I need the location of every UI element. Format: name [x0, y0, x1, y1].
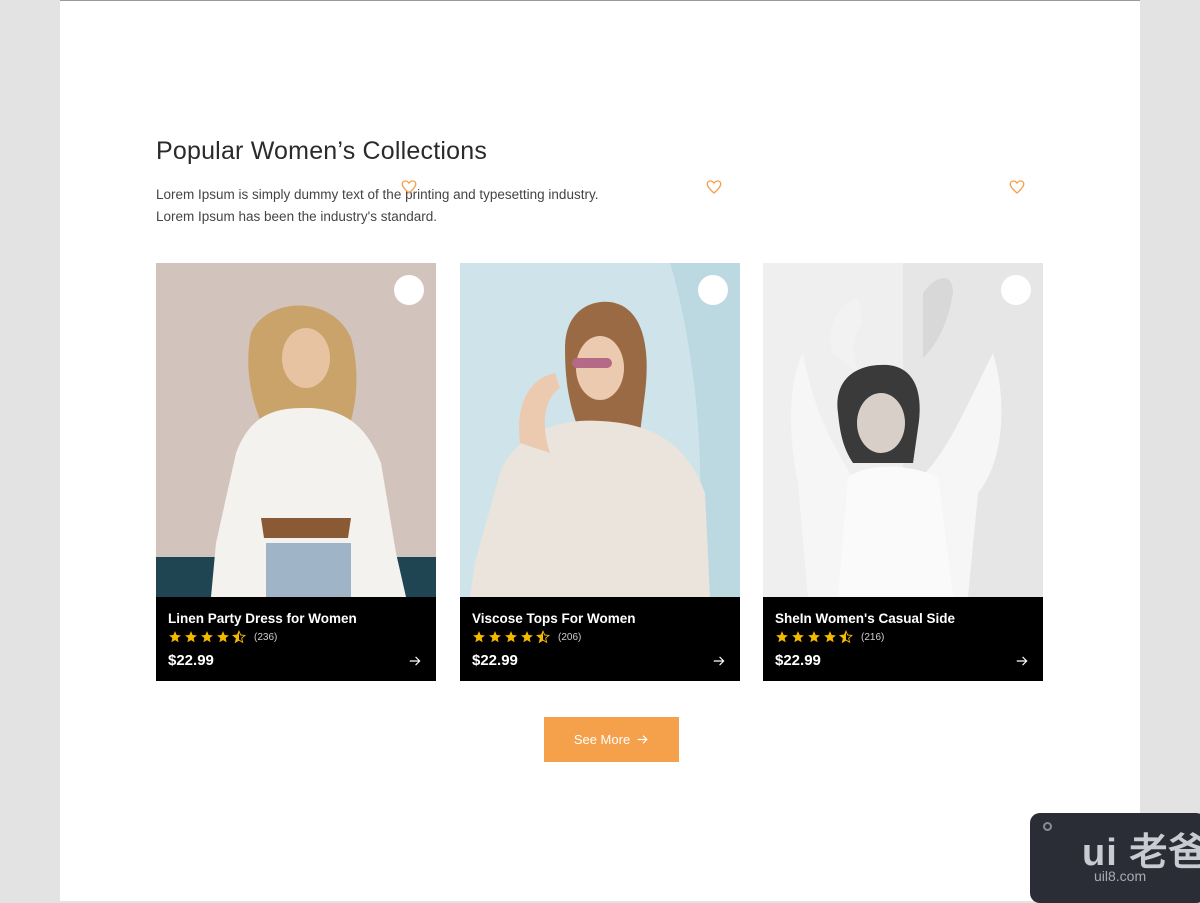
product-price: $22.99	[775, 652, 821, 669]
review-count: (216)	[861, 631, 885, 643]
arrow-right-icon[interactable]	[408, 654, 422, 668]
star-icon	[824, 631, 836, 643]
product-price: $22.99	[168, 652, 214, 669]
watermark-dot	[1043, 822, 1052, 831]
star-icon	[473, 631, 485, 643]
product-image[interactable]	[763, 263, 1043, 597]
star-icon	[505, 631, 517, 643]
product-info: Viscose Tops For Women (206) $22.99	[460, 597, 740, 681]
section-title: Popular Women’s Collections	[156, 137, 488, 165]
watermark-site: uil8.com	[1094, 868, 1147, 884]
arrow-right-icon[interactable]	[712, 654, 726, 668]
product-photo-illustration	[763, 263, 1043, 597]
product-name[interactable]: Viscose Tops For Women	[472, 611, 636, 626]
product-card[interactable]: SheIn Women's Casual Side (216) $22.99	[763, 263, 1043, 681]
product-rating: (216)	[775, 630, 884, 644]
favorite-heart-icon[interactable]	[1008, 178, 1026, 196]
star-half-icon	[232, 630, 246, 644]
star-half-icon	[839, 630, 853, 644]
product-card[interactable]: Linen Party Dress for Women (236) $22.99	[156, 263, 436, 681]
star-icon	[521, 631, 533, 643]
review-count: (206)	[558, 631, 582, 643]
review-count: (236)	[254, 631, 278, 643]
product-price: $22.99	[472, 652, 518, 669]
collections-page: Popular Women’s Collections Lorem Ipsum …	[60, 0, 1140, 901]
see-more-label: See More	[573, 732, 631, 747]
star-icon	[489, 631, 501, 643]
favorite-heart-icon[interactable]	[400, 178, 418, 196]
product-photo-illustration	[156, 263, 436, 597]
site-watermark: ui 老爸 uil8.com	[1030, 813, 1200, 903]
product-rating: (236)	[168, 630, 277, 644]
product-info: Linen Party Dress for Women (236) $22.99	[156, 597, 436, 681]
star-icon	[217, 631, 229, 643]
product-image[interactable]	[156, 263, 436, 597]
product-name[interactable]: Linen Party Dress for Women	[168, 611, 357, 626]
star-icon	[776, 631, 788, 643]
product-rating: (206)	[472, 630, 581, 644]
favorite-toggle-button[interactable]	[394, 275, 424, 305]
star-icon	[201, 631, 213, 643]
favorite-toggle-button[interactable]	[1001, 275, 1031, 305]
product-name[interactable]: SheIn Women's Casual Side	[775, 611, 955, 626]
star-icon	[185, 631, 197, 643]
product-photo-illustration	[460, 263, 740, 597]
arrow-right-icon[interactable]	[1015, 654, 1029, 668]
star-icon	[808, 631, 820, 643]
product-card[interactable]: Viscose Tops For Women (206) $22.99	[460, 263, 740, 681]
description-line-2: Lorem Ipsum has been the industry's stan…	[156, 209, 437, 224]
arrow-right-icon	[637, 735, 648, 744]
product-info: SheIn Women's Casual Side (216) $22.99	[763, 597, 1043, 681]
see-more-button[interactable]: See More	[544, 717, 679, 762]
favorite-heart-icon[interactable]	[705, 178, 723, 196]
product-image[interactable]	[460, 263, 740, 597]
favorite-toggle-button[interactable]	[698, 275, 728, 305]
star-icon	[169, 631, 181, 643]
star-icon	[792, 631, 804, 643]
star-half-icon	[536, 630, 550, 644]
